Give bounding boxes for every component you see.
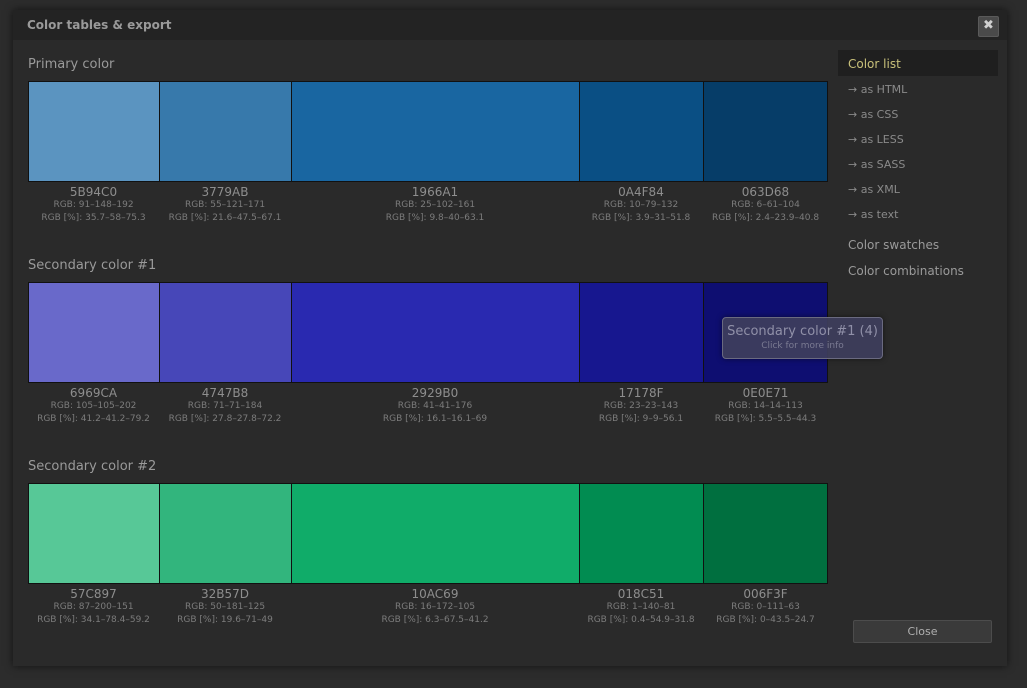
swatch-rgb-percent: RGB [%]: 21.6–47.5–67.1 xyxy=(168,213,282,223)
color-swatch[interactable] xyxy=(291,282,579,383)
color-swatch[interactable] xyxy=(579,483,703,584)
tooltip-title: Secondary color #1 (4) xyxy=(727,324,878,339)
color-tables-dialog: Color tables & export ✖ Primary color 5B9… xyxy=(13,10,1007,666)
swatch-rgb-percent: RGB [%]: 35.7–58–75.3 xyxy=(41,213,146,223)
swatch-info: 6969CA RGB: 105–105–202 RGB [%]: 41.2–41.2… xyxy=(28,386,159,426)
swatch-info: 018C51 RGB: 1–140–81 RGB [%]: 0.4–54.9–31.… xyxy=(579,587,703,627)
swatch-info: 1966A1 RGB: 25–102–161 RGB [%]: 9.8–40–63.… xyxy=(291,185,579,225)
swatch-rgb-percent: RGB [%]: 16.1–16.1–69 xyxy=(382,414,488,424)
sidebar-item[interactable]: → as text xyxy=(848,208,898,221)
swatch-rgb: RGB: 105–105–202 xyxy=(50,401,137,411)
sidebar-item[interactable]: → as SASS xyxy=(848,158,905,171)
sidebar-item[interactable]: → as XML xyxy=(848,183,900,196)
swatch-hex: 0E0E71 xyxy=(742,386,789,400)
swatch-rgb-percent: RGB [%]: 9.8–40–63.1 xyxy=(385,213,485,223)
swatch-rgb-percent: RGB [%]: 3.9–31–51.8 xyxy=(591,213,691,223)
swatch-hex: 5B94C0 xyxy=(69,185,118,199)
dialog-titlebar: Color tables & export ✖ xyxy=(13,10,1007,40)
swatch-rgb: RGB: 1–140–81 xyxy=(606,602,676,612)
swatch-rgb-percent: RGB [%]: 9–9–56.1 xyxy=(598,414,684,424)
swatch-info: 5B94C0 RGB: 91–148–192 RGB [%]: 35.7–58–75… xyxy=(28,185,159,225)
close-button[interactable]: Close xyxy=(853,620,992,643)
swatch-rgb: RGB: 0–111–63 xyxy=(731,602,800,612)
swatch-hex: 0A4F84 xyxy=(618,185,664,199)
swatch-hex: 2929B0 xyxy=(411,386,459,400)
swatch-info: 10AC69 RGB: 16–172–105 RGB [%]: 6.3–67.5–4… xyxy=(291,587,579,627)
swatch-rgb: RGB: 91–148–192 xyxy=(53,200,134,210)
color-swatch[interactable] xyxy=(579,81,703,182)
swatch-rgb-percent: RGB [%]: 19.6–71–49 xyxy=(177,615,273,625)
swatch-info: 32B57D RGB: 50–181–125 RGB [%]: 19.6–71–49 xyxy=(159,587,291,627)
swatch-rgb-percent: RGB [%]: 0–43.5–24.7 xyxy=(716,615,815,625)
swatch-hex: 32B57D xyxy=(200,587,249,601)
swatch-rgb: RGB: 87–200–151 xyxy=(53,602,134,612)
swatch-rgb-percent: RGB [%]: 0.4–54.9–31.8 xyxy=(587,615,695,625)
section-title: Primary color xyxy=(28,57,115,72)
tooltip-subtitle: Click for more info xyxy=(761,341,844,351)
swatch-tooltip: Secondary color #1 (4) Click for more in… xyxy=(722,317,883,359)
swatch-rgb: RGB: 10–79–132 xyxy=(603,200,679,210)
swatch-info: 2929B0 RGB: 41–41–176 RGB [%]: 16.1–16.1–6… xyxy=(291,386,579,426)
color-swatch[interactable] xyxy=(28,81,159,182)
swatch-hex: 1966A1 xyxy=(411,185,459,199)
swatch-rgb: RGB: 25–102–161 xyxy=(394,200,476,210)
swatch-rgb: RGB: 41–41–176 xyxy=(397,401,473,411)
swatch-info: 0E0E71 RGB: 14–14–113 RGB [%]: 5.5–5.5–44.… xyxy=(703,386,828,426)
swatch-rgb-percent: RGB [%]: 5.5–5.5–44.3 xyxy=(714,414,817,424)
swatch-rgb: RGB: 6–61–104 xyxy=(731,200,800,210)
swatch-rgb: RGB: 14–14–113 xyxy=(728,401,803,411)
swatch-rgb-percent: RGB [%]: 2.4–23.9–40.8 xyxy=(711,213,820,223)
dialog-title: Color tables & export xyxy=(27,18,172,32)
color-swatch[interactable] xyxy=(28,282,159,383)
swatch-rgb: RGB: 16–172–105 xyxy=(394,602,476,612)
swatch-row xyxy=(28,282,828,383)
sidebar-item[interactable]: → as CSS xyxy=(848,108,898,121)
swatch-info: 57C897 RGB: 87–200–151 RGB [%]: 34.1–78.4–… xyxy=(28,587,159,627)
sidebar-item[interactable]: → as HTML xyxy=(848,83,907,96)
sidebar-item[interactable]: → as LESS xyxy=(848,133,904,146)
color-swatch[interactable] xyxy=(159,282,291,383)
swatch-rgb-percent: RGB [%]: 41.2–41.2–79.2 xyxy=(37,414,150,424)
swatch-info: 3779AB RGB: 55–121–171 RGB [%]: 21.6–47.5–… xyxy=(159,185,291,225)
color-swatch[interactable] xyxy=(703,483,828,584)
swatch-info: 006F3F RGB: 0–111–63 RGB [%]: 0–43.5–24.7 xyxy=(703,587,828,627)
swatch-rgb-percent: RGB [%]: 27.8–27.8–72.2 xyxy=(168,414,282,424)
swatch-hex: 006F3F xyxy=(743,587,788,601)
swatch-rgb: RGB: 50–181–125 xyxy=(184,602,266,612)
swatch-rgb-percent: RGB [%]: 34.1–78.4–59.2 xyxy=(37,615,150,625)
color-swatch[interactable] xyxy=(579,282,703,383)
swatch-hex: 018C51 xyxy=(617,587,665,601)
color-swatch[interactable] xyxy=(291,81,579,182)
swatch-info: 0A4F84 RGB: 10–79–132 RGB [%]: 3.9–31–51.8 xyxy=(579,185,703,225)
swatch-hex: 10AC69 xyxy=(411,587,459,601)
swatch-hex: 3779AB xyxy=(201,185,249,199)
swatch-row xyxy=(28,483,828,584)
color-swatch[interactable] xyxy=(159,483,291,584)
swatch-hex: 6969CA xyxy=(69,386,118,400)
swatch-hex: 063D68 xyxy=(741,185,790,199)
swatch-info: 17178F RGB: 23–23–143 RGB [%]: 9–9–56.1 xyxy=(579,386,703,426)
swatch-hex: 17178F xyxy=(618,386,664,400)
color-swatch[interactable] xyxy=(703,81,828,182)
swatch-rgb: RGB: 23–23–143 xyxy=(603,401,679,411)
color-swatch[interactable] xyxy=(159,81,291,182)
swatch-info: 063D68 RGB: 6–61–104 RGB [%]: 2.4–23.9–40.… xyxy=(703,185,828,225)
swatch-row xyxy=(28,81,828,182)
swatch-info: 4747B8 RGB: 71–71–184 RGB [%]: 27.8–27.8–7… xyxy=(159,386,291,426)
swatch-hex: 4747B8 xyxy=(201,386,249,400)
swatch-rgb: RGB: 55–121–171 xyxy=(184,200,266,210)
swatch-hex: 57C897 xyxy=(70,587,117,601)
sidebar-item[interactable]: Color combinations xyxy=(848,264,964,278)
close-icon[interactable]: ✖ xyxy=(978,16,999,37)
color-swatch[interactable] xyxy=(291,483,579,584)
swatch-rgb: RGB: 71–71–184 xyxy=(187,401,263,411)
swatch-rgb-percent: RGB [%]: 6.3–67.5–41.2 xyxy=(381,615,489,625)
sidebar-item[interactable]: Color list xyxy=(848,57,901,71)
section-title: Secondary color #2 xyxy=(28,459,157,474)
color-swatch[interactable] xyxy=(28,483,159,584)
sidebar-item[interactable]: Color swatches xyxy=(848,238,939,252)
section-title: Secondary color #1 xyxy=(28,258,157,273)
